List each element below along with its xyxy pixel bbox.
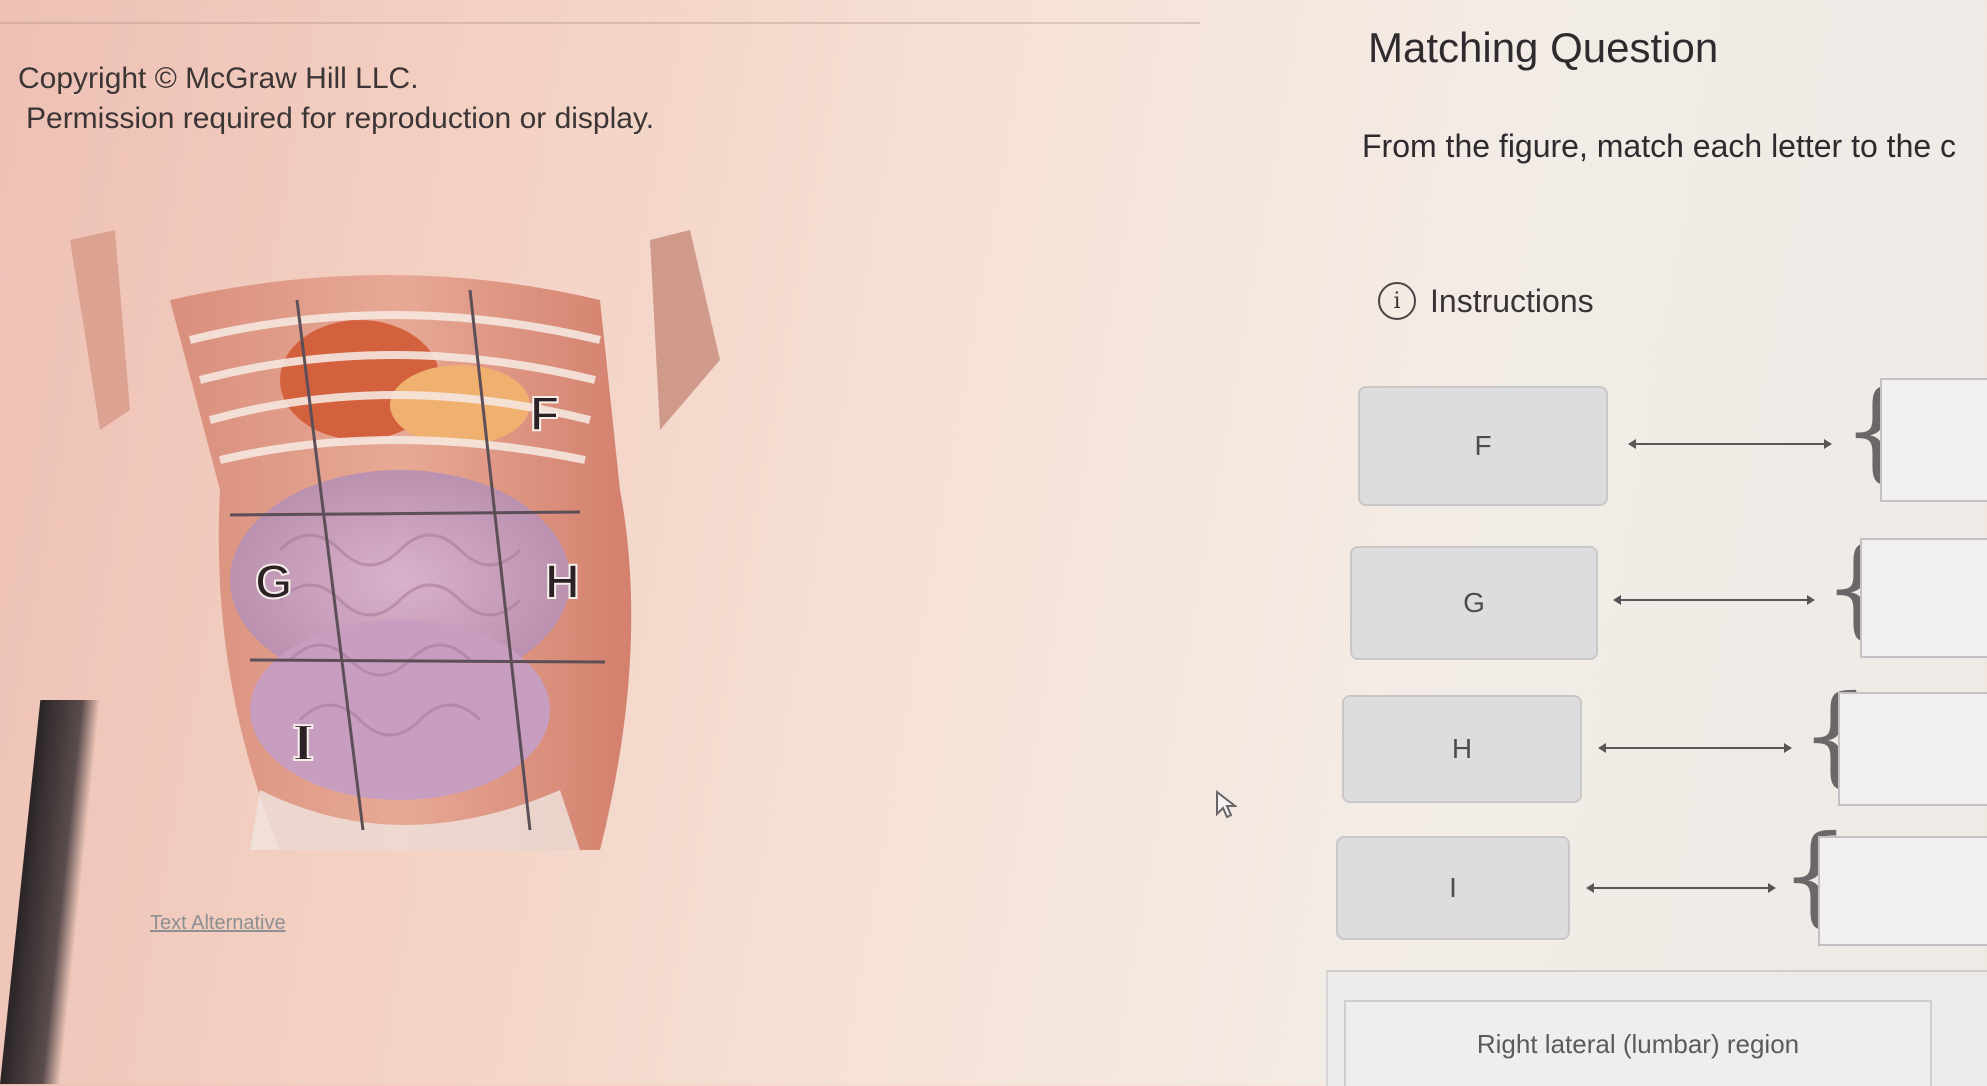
left-arm xyxy=(70,230,130,430)
abdominal-regions-figure: F G H I xyxy=(70,230,720,850)
drop-target-f[interactable] xyxy=(1880,378,1987,502)
match-item-h[interactable]: H xyxy=(1342,695,1582,803)
figure-label-h: H xyxy=(545,556,580,609)
connector-arrow xyxy=(1586,883,1776,893)
match-item-g[interactable]: G xyxy=(1350,546,1598,660)
text-alternative-link[interactable]: Text Alternative xyxy=(150,912,286,935)
copyright-text: Copyright © McGraw Hill LLC. xyxy=(18,62,419,95)
question-title: Matching Question xyxy=(1368,24,1719,71)
mouse-pointer-icon xyxy=(1216,790,1237,819)
match-item-f[interactable]: F xyxy=(1358,386,1608,506)
lower-intestine xyxy=(250,620,550,800)
drop-target-h[interactable] xyxy=(1838,692,1987,806)
question-prompt: From the figure, match each letter to th… xyxy=(1362,128,1957,164)
drop-target-i[interactable] xyxy=(1818,836,1987,946)
drop-target-g[interactable] xyxy=(1860,538,1987,658)
connector-arrow xyxy=(1598,743,1792,753)
figure-label-i: I xyxy=(292,716,314,772)
answer-option[interactable]: Right lateral (lumbar) region xyxy=(1344,1000,1932,1086)
figure-label-g: G xyxy=(255,556,292,609)
match-item-i[interactable]: I xyxy=(1336,836,1570,940)
connector-arrow xyxy=(1628,439,1832,449)
instructions-toggle[interactable]: i Instructions xyxy=(1378,282,1594,320)
permission-text: Permission required for reproduction or … xyxy=(26,102,655,135)
connector-arrow xyxy=(1613,595,1815,605)
info-icon: i xyxy=(1378,282,1416,320)
screen-top-edge xyxy=(0,22,1200,24)
instructions-label: Instructions xyxy=(1430,282,1594,319)
figure-label-f: F xyxy=(530,388,559,441)
right-arm xyxy=(650,230,720,430)
